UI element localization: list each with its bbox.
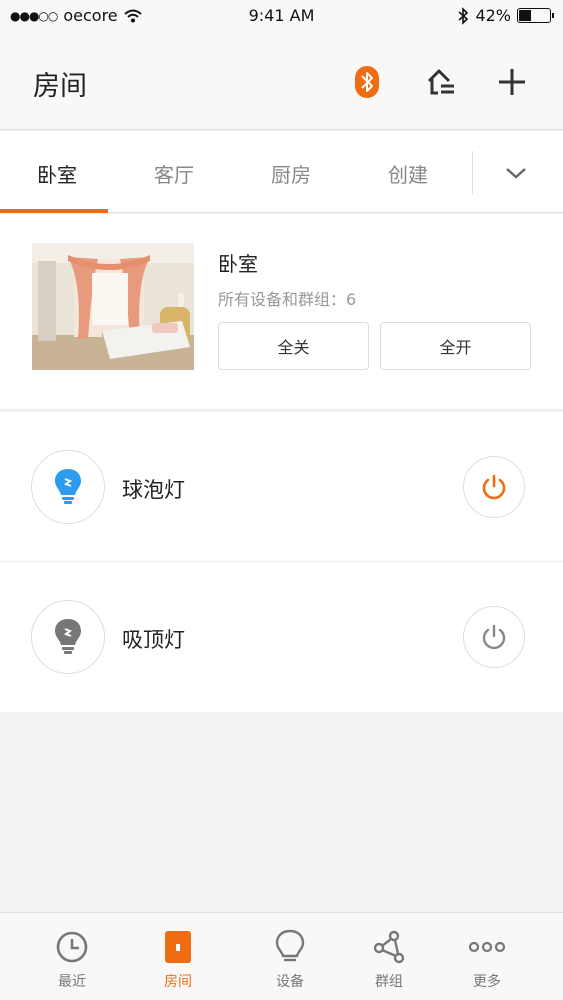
room-icon <box>165 931 191 963</box>
page-title: 房间 <box>33 71 87 102</box>
tab-bedroom[interactable]: 卧室 <box>2 159 112 188</box>
room-card: 卧室 所有设备和群组：6 全关 全开 <box>0 214 563 410</box>
share-nodes-icon <box>373 930 405 964</box>
nav-more[interactable]: 更多 <box>431 913 543 1000</box>
more-dots-icon <box>468 941 506 953</box>
room-tabs: 卧室 客厅 厨房 创建 <box>0 131 563 213</box>
device-name: 吸顶灯 <box>122 628 185 652</box>
power-off-icon <box>482 624 506 650</box>
nav-label: 更多 <box>473 974 501 990</box>
nav-label: 最近 <box>58 974 86 990</box>
nav-devices[interactable]: 设备 <box>234 913 346 1000</box>
room-device-count: 所有设备和群组：6 <box>218 290 357 309</box>
device-icon-wrap <box>31 450 105 524</box>
bulb-icon <box>275 929 305 962</box>
device-icon-wrap <box>31 600 105 674</box>
battery-group: 42% <box>457 6 554 25</box>
room-name: 卧室 <box>218 252 258 276</box>
tab-living-room[interactable]: 客厅 <box>119 159 229 188</box>
nav-label: 群组 <box>375 974 403 990</box>
bulb-on-icon <box>55 469 81 504</box>
room-photo[interactable] <box>32 243 194 370</box>
bluetooth-button[interactable] <box>349 64 385 100</box>
power-on-icon <box>482 474 506 500</box>
home-settings-button[interactable] <box>422 64 458 100</box>
nav-rooms[interactable]: 房间 <box>122 913 234 1000</box>
tab-divider <box>472 151 473 195</box>
device-row[interactable]: 吸顶灯 <box>0 562 563 712</box>
home-settings-icon <box>427 69 454 95</box>
device-name: 球泡灯 <box>122 478 185 502</box>
nav-recent[interactable]: 最近 <box>16 913 128 1000</box>
tabs-dropdown-button[interactable] <box>500 159 532 187</box>
plus-icon <box>499 69 525 95</box>
battery-percent: 42% <box>475 6 511 25</box>
bluetooth-status-icon <box>458 6 469 25</box>
bottom-nav: 最近 房间 设备 群组 更多 <box>0 912 563 1000</box>
power-button[interactable] <box>463 606 525 668</box>
bulb-off-icon <box>55 619 81 654</box>
add-button[interactable] <box>494 64 530 100</box>
nav-groups[interactable]: 群组 <box>333 913 445 1000</box>
all-on-button[interactable]: 全开 <box>380 322 531 370</box>
tab-kitchen[interactable]: 厨房 <box>236 159 346 188</box>
all-off-button[interactable]: 全关 <box>218 322 369 370</box>
bluetooth-icon <box>355 66 379 98</box>
clock-icon <box>56 931 88 963</box>
app-header: 房间 <box>0 30 563 130</box>
active-tab-indicator <box>0 209 108 213</box>
chevron-down-icon <box>506 168 526 179</box>
status-bar: ●●●○○ oecore 9:41 AM 42% <box>0 0 563 30</box>
battery-icon <box>517 8 554 23</box>
nav-label: 房间 <box>164 974 192 990</box>
tab-create[interactable]: 创建 <box>353 159 463 188</box>
power-button[interactable] <box>463 456 525 518</box>
nav-label: 设备 <box>276 974 304 990</box>
device-row[interactable]: 球泡灯 <box>0 412 563 562</box>
